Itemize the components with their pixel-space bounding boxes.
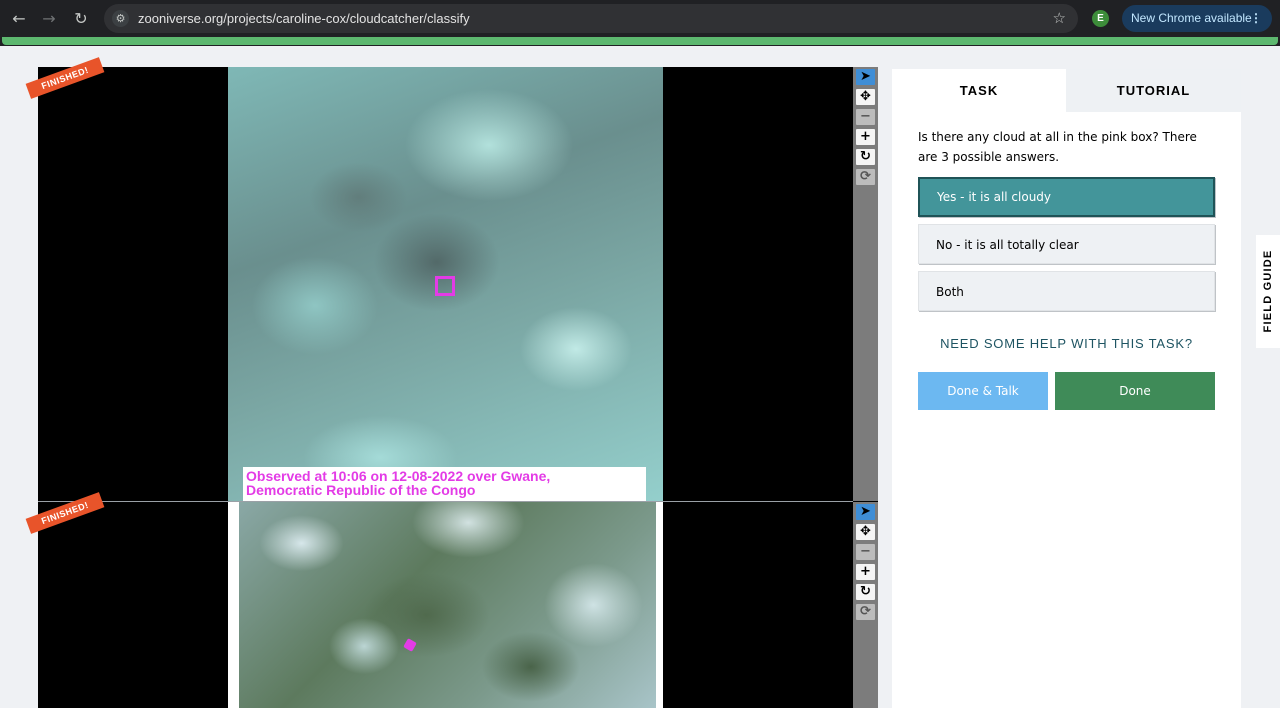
move-icon[interactable]: ✥	[856, 89, 875, 105]
forward-icon[interactable]: →	[38, 8, 60, 30]
tab-task[interactable]: TASK	[892, 69, 1066, 112]
zoom-out-icon[interactable]: −	[856, 544, 875, 560]
profile-avatar[interactable]: E	[1092, 10, 1109, 27]
task-question: Is there any cloud at all in the pink bo…	[918, 130, 1197, 164]
zoom-out-icon[interactable]: −	[856, 109, 875, 125]
image-toolbar: ➤ ✥ − + ↻ ⟳	[853, 67, 878, 501]
zoom-in-icon[interactable]: +	[856, 129, 875, 145]
field-guide-label: FIELD GUIDE	[1262, 249, 1274, 333]
subject-viewer: Observed at 10:06 on 12-08-2022 over Gwa…	[38, 67, 878, 708]
pink-target-box	[435, 276, 455, 296]
site-info-icon[interactable]: ⚙	[112, 10, 129, 27]
chrome-update-button[interactable]: New Chrome available ⋮	[1122, 5, 1272, 32]
image-toolbar: ➤ ✥ − + ↻ ⟳	[853, 502, 878, 708]
caption-line-1: Observed at 10:06 on 12-08-2022 over Gwa…	[246, 468, 551, 484]
move-icon[interactable]: ✥	[856, 524, 875, 540]
subject-frame-2[interactable]	[38, 502, 853, 708]
reset-icon[interactable]: ⟳	[856, 169, 875, 185]
url-text[interactable]: zooniverse.org/projects/caroline-cox/clo…	[138, 10, 470, 27]
tab-tutorial[interactable]: TUTORIAL	[1066, 69, 1241, 112]
subject-frame-1[interactable]: Observed at 10:06 on 12-08-2022 over Gwa…	[38, 67, 853, 501]
task-tabs: TASK TUTORIAL	[892, 69, 1241, 112]
observation-caption: Observed at 10:06 on 12-08-2022 over Gwa…	[243, 467, 646, 501]
done-and-talk-button[interactable]: Done & Talk	[918, 372, 1048, 410]
page-top-strip	[0, 37, 1280, 46]
rotate-icon[interactable]: ↻	[856, 584, 875, 600]
green-banner	[2, 37, 1278, 45]
reset-icon[interactable]: ⟳	[856, 604, 875, 620]
browser-toolbar: ← → ↻ ⚙ zooniverse.org/projects/caroline…	[0, 0, 1280, 37]
menu-icon[interactable]: ⋮	[1250, 5, 1262, 32]
pointer-icon[interactable]: ➤	[856, 69, 875, 85]
satellite-image-wide[interactable]	[239, 502, 656, 708]
pink-location-marker	[403, 638, 417, 652]
task-help-link[interactable]: NEED SOME HELP WITH THIS TASK?	[918, 336, 1215, 351]
task-panel: TASK TUTORIAL Is there any cloud at all …	[892, 69, 1241, 708]
caption-line-2: Democratic Republic of the Congo	[246, 482, 476, 498]
field-guide-tab[interactable]: FIELD GUIDE	[1256, 235, 1280, 348]
address-bar[interactable]: ⚙ zooniverse.org/projects/caroline-cox/c…	[104, 4, 1078, 33]
rotate-icon[interactable]: ↻	[856, 149, 875, 165]
zoom-in-icon[interactable]: +	[856, 564, 875, 580]
reload-icon[interactable]: ↻	[70, 8, 92, 30]
answer-option[interactable]: Both	[918, 271, 1215, 311]
answer-option[interactable]: No - it is all totally clear	[918, 224, 1215, 264]
back-icon[interactable]: ←	[8, 8, 30, 30]
answer-option[interactable]: Yes - it is all cloudy	[918, 177, 1215, 217]
pointer-icon[interactable]: ➤	[856, 504, 875, 520]
done-button[interactable]: Done	[1055, 372, 1215, 410]
bookmark-star-icon[interactable]: ☆	[1053, 9, 1066, 28]
chrome-update-label: New Chrome available	[1131, 11, 1252, 25]
